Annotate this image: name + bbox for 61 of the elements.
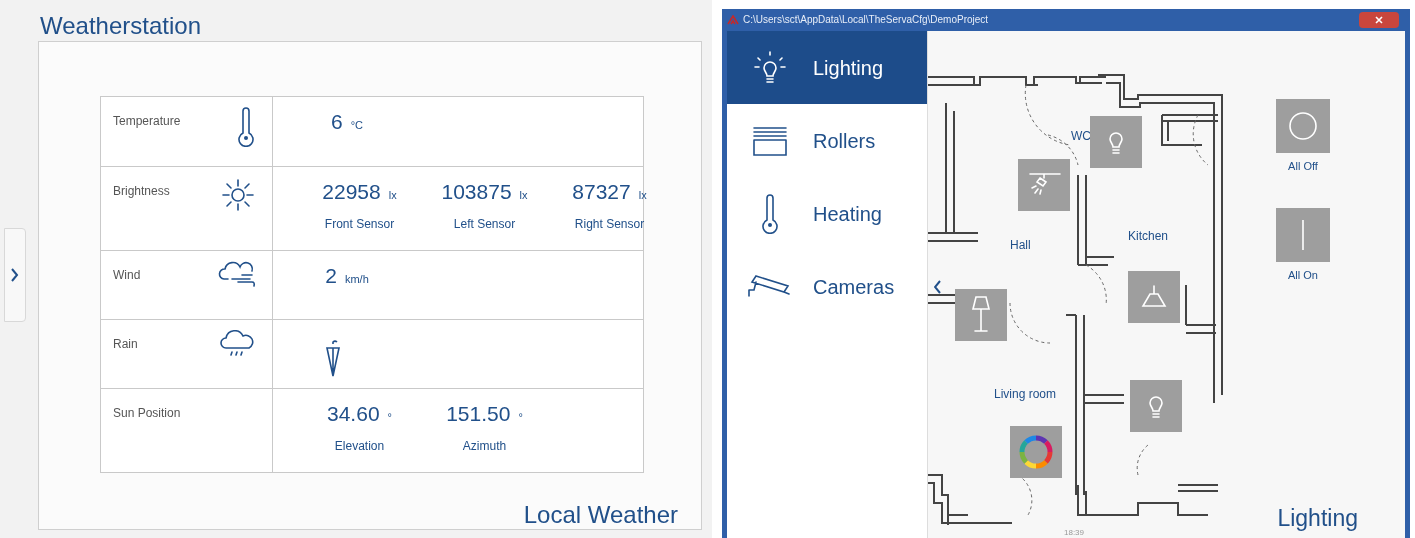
reading-value: 87327 <box>572 181 631 202</box>
light-tile[interactable] <box>1090 116 1142 168</box>
roller-blind-icon <box>752 124 788 157</box>
page-label: Lighting <box>1277 507 1358 530</box>
light-tile[interactable] <box>1130 380 1182 432</box>
row-label: Temperature <box>113 115 181 130</box>
screen-title: Weatherstation <box>40 14 202 38</box>
sensor-caption: Right Sensor <box>574 218 645 230</box>
window-title: C:\Users\sct\AppData\Local\TheServaCfg\DemoProject <box>743 15 989 25</box>
scene-label: All Off <box>1288 161 1318 172</box>
room-label: Kitchen <box>1128 230 1169 242</box>
row-label: Wind <box>113 269 141 284</box>
thermometer-icon <box>236 107 256 147</box>
clock-time: 18:39 <box>1064 529 1085 537</box>
close-icon <box>1375 16 1383 24</box>
reading-value: 6 <box>331 111 343 132</box>
sensor-caption: Left Sensor <box>453 218 516 230</box>
sensor-caption: Azimuth <box>462 440 507 452</box>
cloud-wind-icon <box>218 261 256 287</box>
chevron-left-icon <box>933 280 941 294</box>
expand-tab[interactable] <box>4 228 26 322</box>
scene-label: All On <box>1288 270 1318 281</box>
scene-button[interactable] <box>1276 99 1330 153</box>
page-label: Local Weather <box>523 503 678 527</box>
room-label: Hall <box>1010 239 1031 251</box>
row-label: Brightness <box>113 185 170 200</box>
closed-umbrella-icon <box>325 338 341 378</box>
light-tile[interactable] <box>1128 271 1180 323</box>
row-label: Rain <box>113 338 138 353</box>
vertical-line-icon <box>1301 219 1305 251</box>
room-label: WC <box>1071 130 1091 142</box>
light-tile[interactable] <box>1018 159 1070 211</box>
circle-icon <box>1288 111 1318 141</box>
row-label: Sun Position <box>113 407 181 422</box>
light-tile[interactable] <box>1010 426 1062 478</box>
unit-label: km/h <box>344 274 369 285</box>
room-label: Living room <box>994 388 1057 400</box>
nav-item[interactable]: Lighting <box>727 31 927 104</box>
unit-label: lx <box>388 190 397 201</box>
color-wheel-icon <box>1018 434 1054 470</box>
close-button[interactable] <box>1359 12 1399 28</box>
unit-label: ° <box>518 412 523 423</box>
sensor-caption: Elevation <box>334 440 385 452</box>
unit-label: °C <box>350 120 363 131</box>
light-tile[interactable] <box>955 289 1007 341</box>
unit-label: lx <box>519 190 528 201</box>
app-logo-icon <box>727 15 739 25</box>
reading-value: 2 <box>325 265 337 286</box>
unit-label: lx <box>638 190 647 201</box>
reading-value: 103875 <box>441 181 512 202</box>
reading-value: 151.50 <box>446 403 511 424</box>
reading-value: 22958 <box>322 181 381 202</box>
thermometer-icon <box>760 193 780 234</box>
chevron-right-icon <box>11 268 19 282</box>
light-bulb-icon <box>753 49 787 86</box>
sensor-caption: Front Sensor <box>324 218 395 230</box>
scene-button[interactable] <box>1276 208 1330 262</box>
pendant-lamp-icon <box>1139 284 1169 310</box>
reading-value: 34.60 <box>327 403 380 424</box>
unit-label: ° <box>387 412 392 423</box>
sun-icon <box>220 177 256 213</box>
